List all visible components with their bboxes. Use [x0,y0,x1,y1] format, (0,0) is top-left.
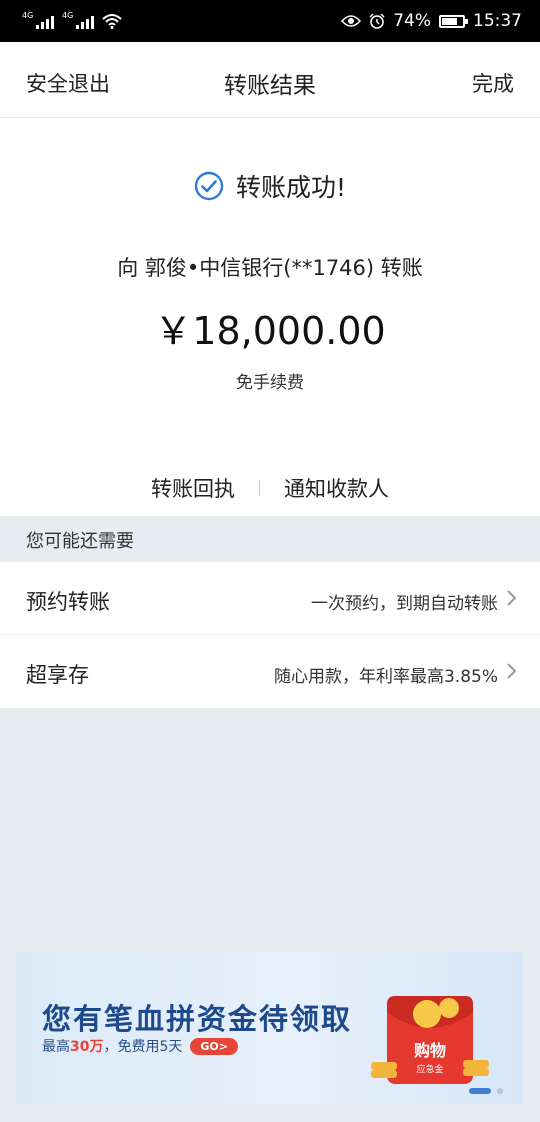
banner-art-text: 购物 [414,1041,446,1060]
status-right: 74% 15:37 [341,11,522,31]
page-title: 转账结果 [224,73,316,99]
banner-sub-amount: 30万 [70,1039,104,1055]
banner-title: 您有笔血拼资金待领取 [42,1002,353,1036]
carousel-indicator [469,1088,503,1094]
signal-icon-2: 4G [62,11,94,29]
suggestions-header: 您可能还需要 [0,516,540,562]
carousel-dot-active [469,1088,491,1094]
network-type-label-2: 4G [62,11,74,20]
fee-note: 免手续费 [236,373,304,393]
banner-sub-prefix: 最高 [42,1039,70,1055]
banner-subtitle: 最高30万，免费用5天 GO> [42,1036,239,1056]
list-item-super-deposit[interactable]: 超享存 随心用款，年利率最高3.85% [0,635,540,708]
list-item-title: 预约转账 [26,590,110,614]
battery-fill [442,17,457,25]
carousel-dot [497,1088,503,1094]
success-text: 转账成功! [235,173,347,202]
status-left: 4G 4G [22,11,122,29]
banner-sub-mid: ，免费用 [103,1039,160,1055]
alarm-icon [369,13,385,29]
suggestions-list: 预约转账 一次预约，到期自动转账 超享存 随心用款，年利率最高3.85% [0,562,540,708]
list-item-title: 超享存 [26,663,89,687]
status-bar: 4G 4G 74% 15:37 [0,0,540,42]
notify-payee-button[interactable]: 通知收款人 [260,473,413,503]
success-row: 转账成功! [0,168,540,204]
list-item-desc: 随心用款，年利率最高3.85% [273,667,498,687]
battery-percent: 74% [393,11,431,31]
list-item-desc: 一次预约，到期自动转账 [311,594,498,614]
network-type-label: 4G [22,11,34,20]
done-button[interactable]: 完成 [472,68,514,98]
chevron-right-icon [507,590,517,606]
chevron-right-icon [507,663,517,679]
signal-icon: 4G [22,11,54,29]
recipient-line: 向 郭俊•中信银行(**1746) 转账 [117,256,423,280]
result-actions: 转账回执 通知收款人 [0,473,540,503]
battery-icon [439,14,468,28]
list-item-scheduled-transfer[interactable]: 预约转账 一次预约，到期自动转账 [0,562,540,635]
eye-icon [341,15,362,27]
transfer-result-card: 转账成功! 向 郭俊•中信银行(**1746) 转账 ￥18,000.00 免手… [0,118,540,516]
wifi-icon [102,14,122,29]
banner-art-subtext: 应急金 [416,1063,443,1075]
red-envelope-icon: 购物 应急金 [371,996,489,1084]
banner-sub-days: 5天 [159,1039,183,1055]
check-circle-icon [194,171,224,201]
go-button[interactable]: GO> [190,1037,239,1055]
receipt-button[interactable]: 转账回执 [127,473,259,503]
nav-bar: 安全退出 转账结果 完成 [0,42,540,118]
clock: 15:37 [473,11,522,31]
transfer-amount: ￥18,000.00 [154,309,386,353]
promo-banner[interactable]: 您有笔血拼资金待领取 最高30万，免费用5天 GO> 购物 应急金 [16,952,523,1104]
